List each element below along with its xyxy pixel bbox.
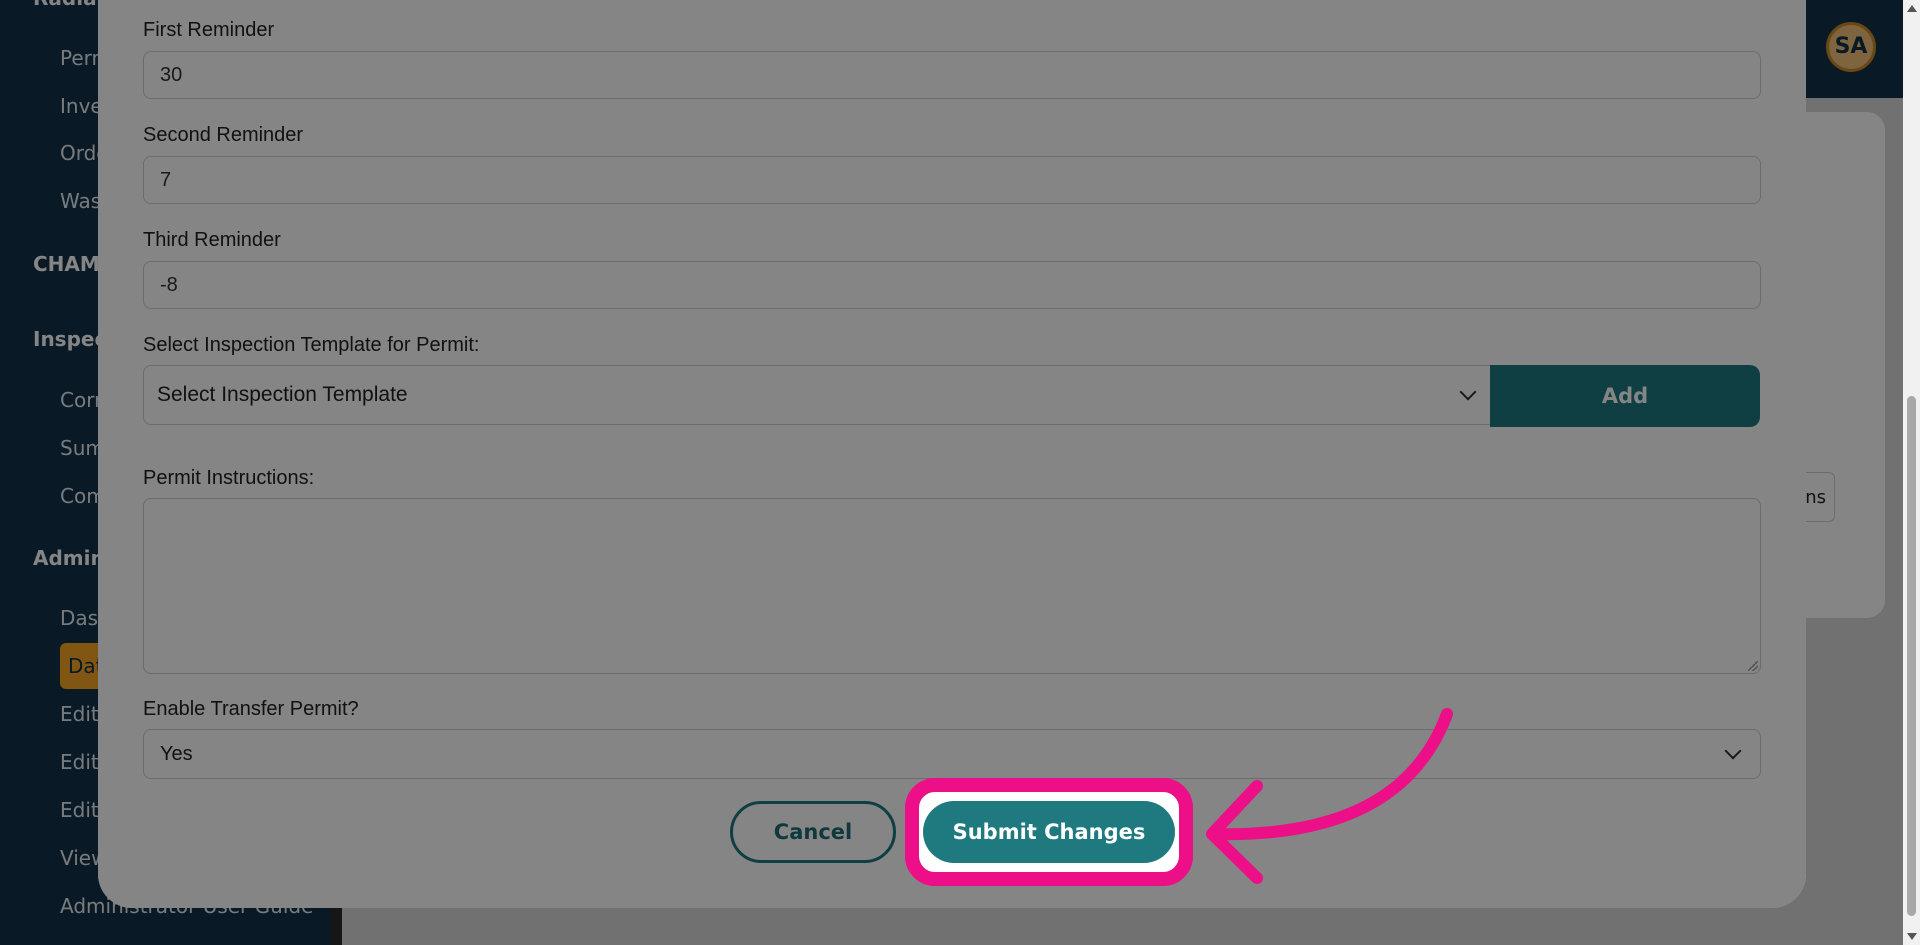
second-reminder-label: Second Reminder — [143, 124, 304, 146]
permit-instructions-textarea[interactable] — [143, 498, 1761, 674]
inspection-template-selected: Select Inspection Template — [157, 383, 408, 406]
scroll-up-icon[interactable] — [1907, 5, 1917, 12]
arrow-annotation-icon — [1206, 708, 1453, 884]
cancel-button[interactable]: Cancel — [730, 801, 896, 863]
scrollbar-thumb[interactable] — [1907, 396, 1916, 916]
transfer-permit-select[interactable]: Yes — [143, 729, 1761, 779]
inspection-template-label: Select Inspection Template for Permit: — [143, 334, 480, 356]
third-reminder-input[interactable]: -8 — [143, 261, 1761, 309]
inspection-template-select[interactable]: Select Inspection Template — [143, 365, 1491, 425]
add-template-button[interactable]: Add — [1490, 365, 1760, 427]
submit-changes-button[interactable]: Submit Changes — [923, 801, 1175, 863]
scroll-down-icon[interactable] — [1907, 933, 1917, 940]
permit-instructions-label: Permit Instructions: — [143, 467, 315, 489]
first-reminder-input[interactable]: 30 — [143, 51, 1761, 99]
second-reminder-input[interactable]: 7 — [143, 156, 1761, 204]
transfer-permit-label: Enable Transfer Permit? — [143, 698, 359, 720]
third-reminder-label: Third Reminder — [143, 229, 281, 251]
resize-grip-icon[interactable] — [1748, 661, 1758, 671]
transfer-permit-selected: Yes — [160, 743, 193, 765]
first-reminder-label: First Reminder — [143, 19, 275, 41]
page-scrollbar[interactable] — [1903, 0, 1920, 945]
